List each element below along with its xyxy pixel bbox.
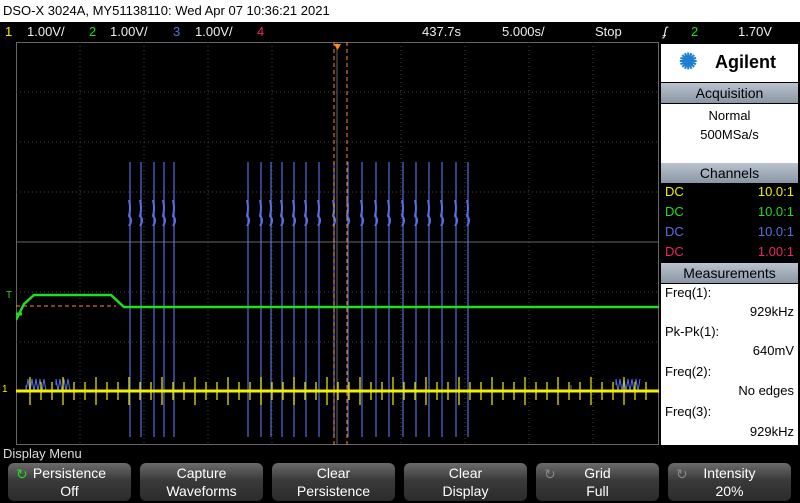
ch2-coupling: DC <box>665 204 684 219</box>
ch3-probe: 10.0:1 <box>757 224 794 239</box>
ch3-coupling: DC <box>665 224 684 239</box>
ch3-pulse-ring <box>303 199 308 227</box>
measurement-value: No edges <box>738 383 794 398</box>
softkey-line2: Display <box>442 483 489 499</box>
horizontal-delay[interactable]: 437.7s <box>422 22 461 42</box>
side-panel: ✺ Agilent Acquisition Normal 500MSa/s Ch… <box>660 42 800 446</box>
ch3-number[interactable]: 3 <box>173 22 180 42</box>
ch3-pulse-ring <box>465 199 470 227</box>
ch2-number[interactable]: 2 <box>89 22 96 42</box>
ch3-noise <box>615 378 641 392</box>
softkey-line1: Intensity <box>703 465 756 481</box>
ch3-pulse-ring <box>161 199 166 227</box>
softkey-line2: Full <box>586 483 609 499</box>
ch3-pulse-ring <box>439 199 444 227</box>
acq-mode: Normal <box>708 108 751 123</box>
ch3-pulse-ring <box>373 199 378 227</box>
measurement-label: Freq(3): <box>665 404 712 419</box>
ch1-probe: 10.0:1 <box>757 184 794 199</box>
ch3-pulse-ring <box>400 199 405 227</box>
ch1-scale[interactable]: 1.00V/ <box>27 22 65 42</box>
menu-label: Display Menu <box>3 446 82 461</box>
waveform-canvas <box>16 42 659 445</box>
ch3-pulse-ring <box>279 199 284 227</box>
waveform-display[interactable] <box>16 42 659 445</box>
trigger-channel[interactable]: 2 <box>691 22 698 42</box>
capture-waveforms-softkey[interactable]: Capture Waveforms <box>140 463 263 501</box>
clear-display-softkey[interactable]: Clear Display <box>404 463 527 501</box>
measurement-value: 929kHz <box>749 424 794 439</box>
channels-header[interactable]: Channels <box>661 163 798 183</box>
trigger-position-marker <box>334 44 341 50</box>
window-title: DSO-X 3024A, MY51138110: Wed Apr 07 10:3… <box>0 0 800 22</box>
ch3-pulse-ring <box>426 199 431 227</box>
channel-row-2[interactable]: DC 10.0:1 <box>665 204 794 219</box>
trigger-level[interactable]: 1.70V <box>738 22 772 42</box>
measurement-label: Freq(1): <box>665 285 712 300</box>
ch3-noise <box>25 378 47 392</box>
ch3-pulse-ring <box>245 199 250 227</box>
run-state[interactable]: Stop <box>595 22 622 42</box>
channel-row-4[interactable]: DC 1.00:1 <box>665 244 794 259</box>
acquisition-header[interactable]: Acquisition <box>661 83 798 103</box>
channels-box: DC 10.0:1 DC 10.0:1 DC 10.0:1 DC 1.00:1 <box>661 184 798 264</box>
softkey-line1: Clear <box>316 465 351 481</box>
ch4-coupling: DC <box>665 244 684 259</box>
ch3-pulse-ring <box>453 199 458 227</box>
softkey-line1: Capture <box>176 465 227 481</box>
ch3-scale[interactable]: 1.00V/ <box>195 22 233 42</box>
ch3-pulse-ring <box>291 199 296 227</box>
measurement-label: Freq(2): <box>665 364 712 379</box>
measurement-label: Pk-Pk(1): <box>665 324 720 339</box>
timebase-scale[interactable]: 5.000s/ <box>502 22 545 42</box>
trigger-edge-icon: ʄ <box>663 24 667 39</box>
rotate-knob-icon: ↻ <box>544 466 556 482</box>
acq-rate: 500MSa/s <box>700 127 759 142</box>
ch2-scale[interactable]: 1.00V/ <box>110 22 148 42</box>
ch3-pulse-ring <box>151 199 156 227</box>
ch3-pulse-ring <box>359 199 364 227</box>
brand-logo: ✺ Agilent <box>661 44 798 82</box>
softkey-line2: Off <box>60 483 79 499</box>
ch1-coupling: DC <box>665 184 684 199</box>
brand-name: Agilent <box>715 52 776 72</box>
agilent-spark-icon: ✺ <box>679 49 698 74</box>
softkey-line2: 20% <box>715 483 744 499</box>
ch2-probe: 10.0:1 <box>757 204 794 219</box>
ch3-pulse-ring <box>171 199 176 227</box>
softkey-line2: Waveforms <box>166 483 237 499</box>
rotate-knob-icon: ↻ <box>676 466 688 482</box>
status-bar: 1 1.00V/ 2 1.00V/ 3 1.00V/ 4 437.7s 5.00… <box>0 22 800 42</box>
ch4-number[interactable]: 4 <box>257 22 264 42</box>
ch3-pulse-ring <box>258 199 263 227</box>
rotate-knob-icon: ↻ <box>16 466 28 482</box>
channel-row-1[interactable]: DC 10.0:1 <box>665 184 794 199</box>
clear-persistence-softkey[interactable]: Clear Persistence <box>272 463 395 501</box>
ch3-pulse-ring <box>316 199 321 227</box>
acquisition-box: Normal 500MSa/s <box>661 104 798 164</box>
softkey-line1: Persistence <box>32 465 107 481</box>
ch3-pulse-ring <box>413 199 418 227</box>
trigger-level-marker: T <box>6 290 13 301</box>
measurement-value: 929kHz <box>749 304 794 319</box>
ch3-pulse-ring <box>127 199 132 227</box>
softkey-line2: Persistence <box>296 483 371 499</box>
intensity-softkey[interactable]: ↻ Intensity 20% <box>668 463 791 501</box>
ch1-number[interactable]: 1 <box>5 22 12 42</box>
ch3-pulse-ring <box>138 199 143 227</box>
grid-softkey[interactable]: ↻ Grid Full <box>536 463 659 501</box>
channel-row-3[interactable]: DC 10.0:1 <box>665 224 794 239</box>
ch3-pulse-ring <box>386 199 391 227</box>
softkey-bar: ↻ Persistence Off Capture Waveforms Clea… <box>0 463 800 503</box>
softkey-line1: Grid <box>584 465 611 481</box>
measurements-header[interactable]: Measurements <box>661 263 798 283</box>
measurement-value: 640mV <box>752 343 794 358</box>
persistence-softkey[interactable]: ↻ Persistence Off <box>8 463 131 501</box>
softkey-line1: Clear <box>448 465 483 481</box>
ch4-probe: 1.00:1 <box>757 244 794 259</box>
ch3-pulse-ring <box>268 199 273 227</box>
measurements-box: Freq(1): 929kHz Pk-Pk(1): 640mV Freq(2):… <box>661 284 798 445</box>
ch1-ground-marker: 1 <box>2 384 8 395</box>
